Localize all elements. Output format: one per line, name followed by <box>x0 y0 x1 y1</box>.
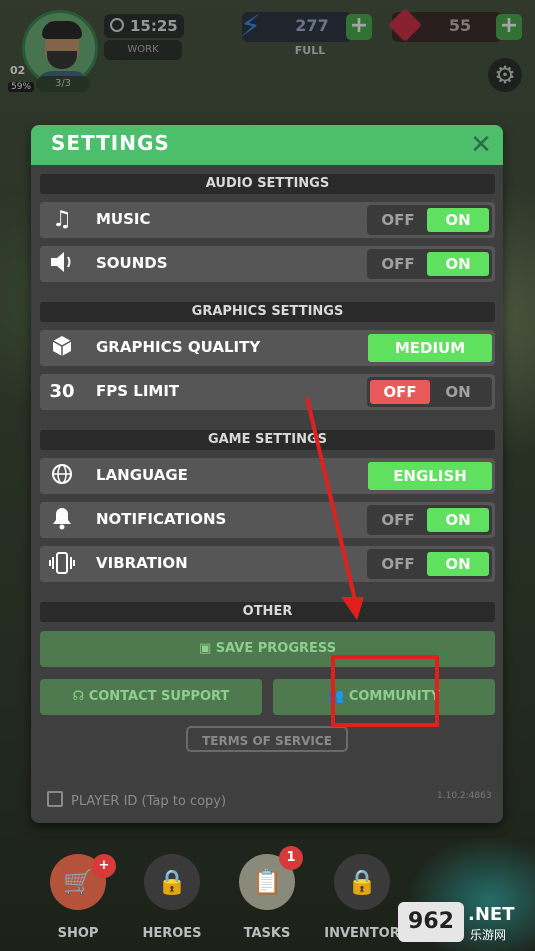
site-watermark: 962 .NET 乐游网 <box>398 898 532 946</box>
lock-icon: 🔒 <box>334 854 390 910</box>
shop-badge: + <box>92 854 116 878</box>
tasks-badge: 1 <box>279 846 303 870</box>
annotation-arrow <box>305 397 364 620</box>
highlight-box <box>331 655 439 727</box>
nav-shop[interactable]: 🛒 + SHOP <box>28 840 128 951</box>
lock-icon: 🔒 <box>144 854 200 910</box>
nav-inventory[interactable]: 🔒 INVENTOR <box>312 840 412 951</box>
nav-tasks[interactable]: 📋 1 TASKS <box>217 840 317 951</box>
nav-heroes[interactable]: 🔒 HEROES <box>122 840 222 951</box>
